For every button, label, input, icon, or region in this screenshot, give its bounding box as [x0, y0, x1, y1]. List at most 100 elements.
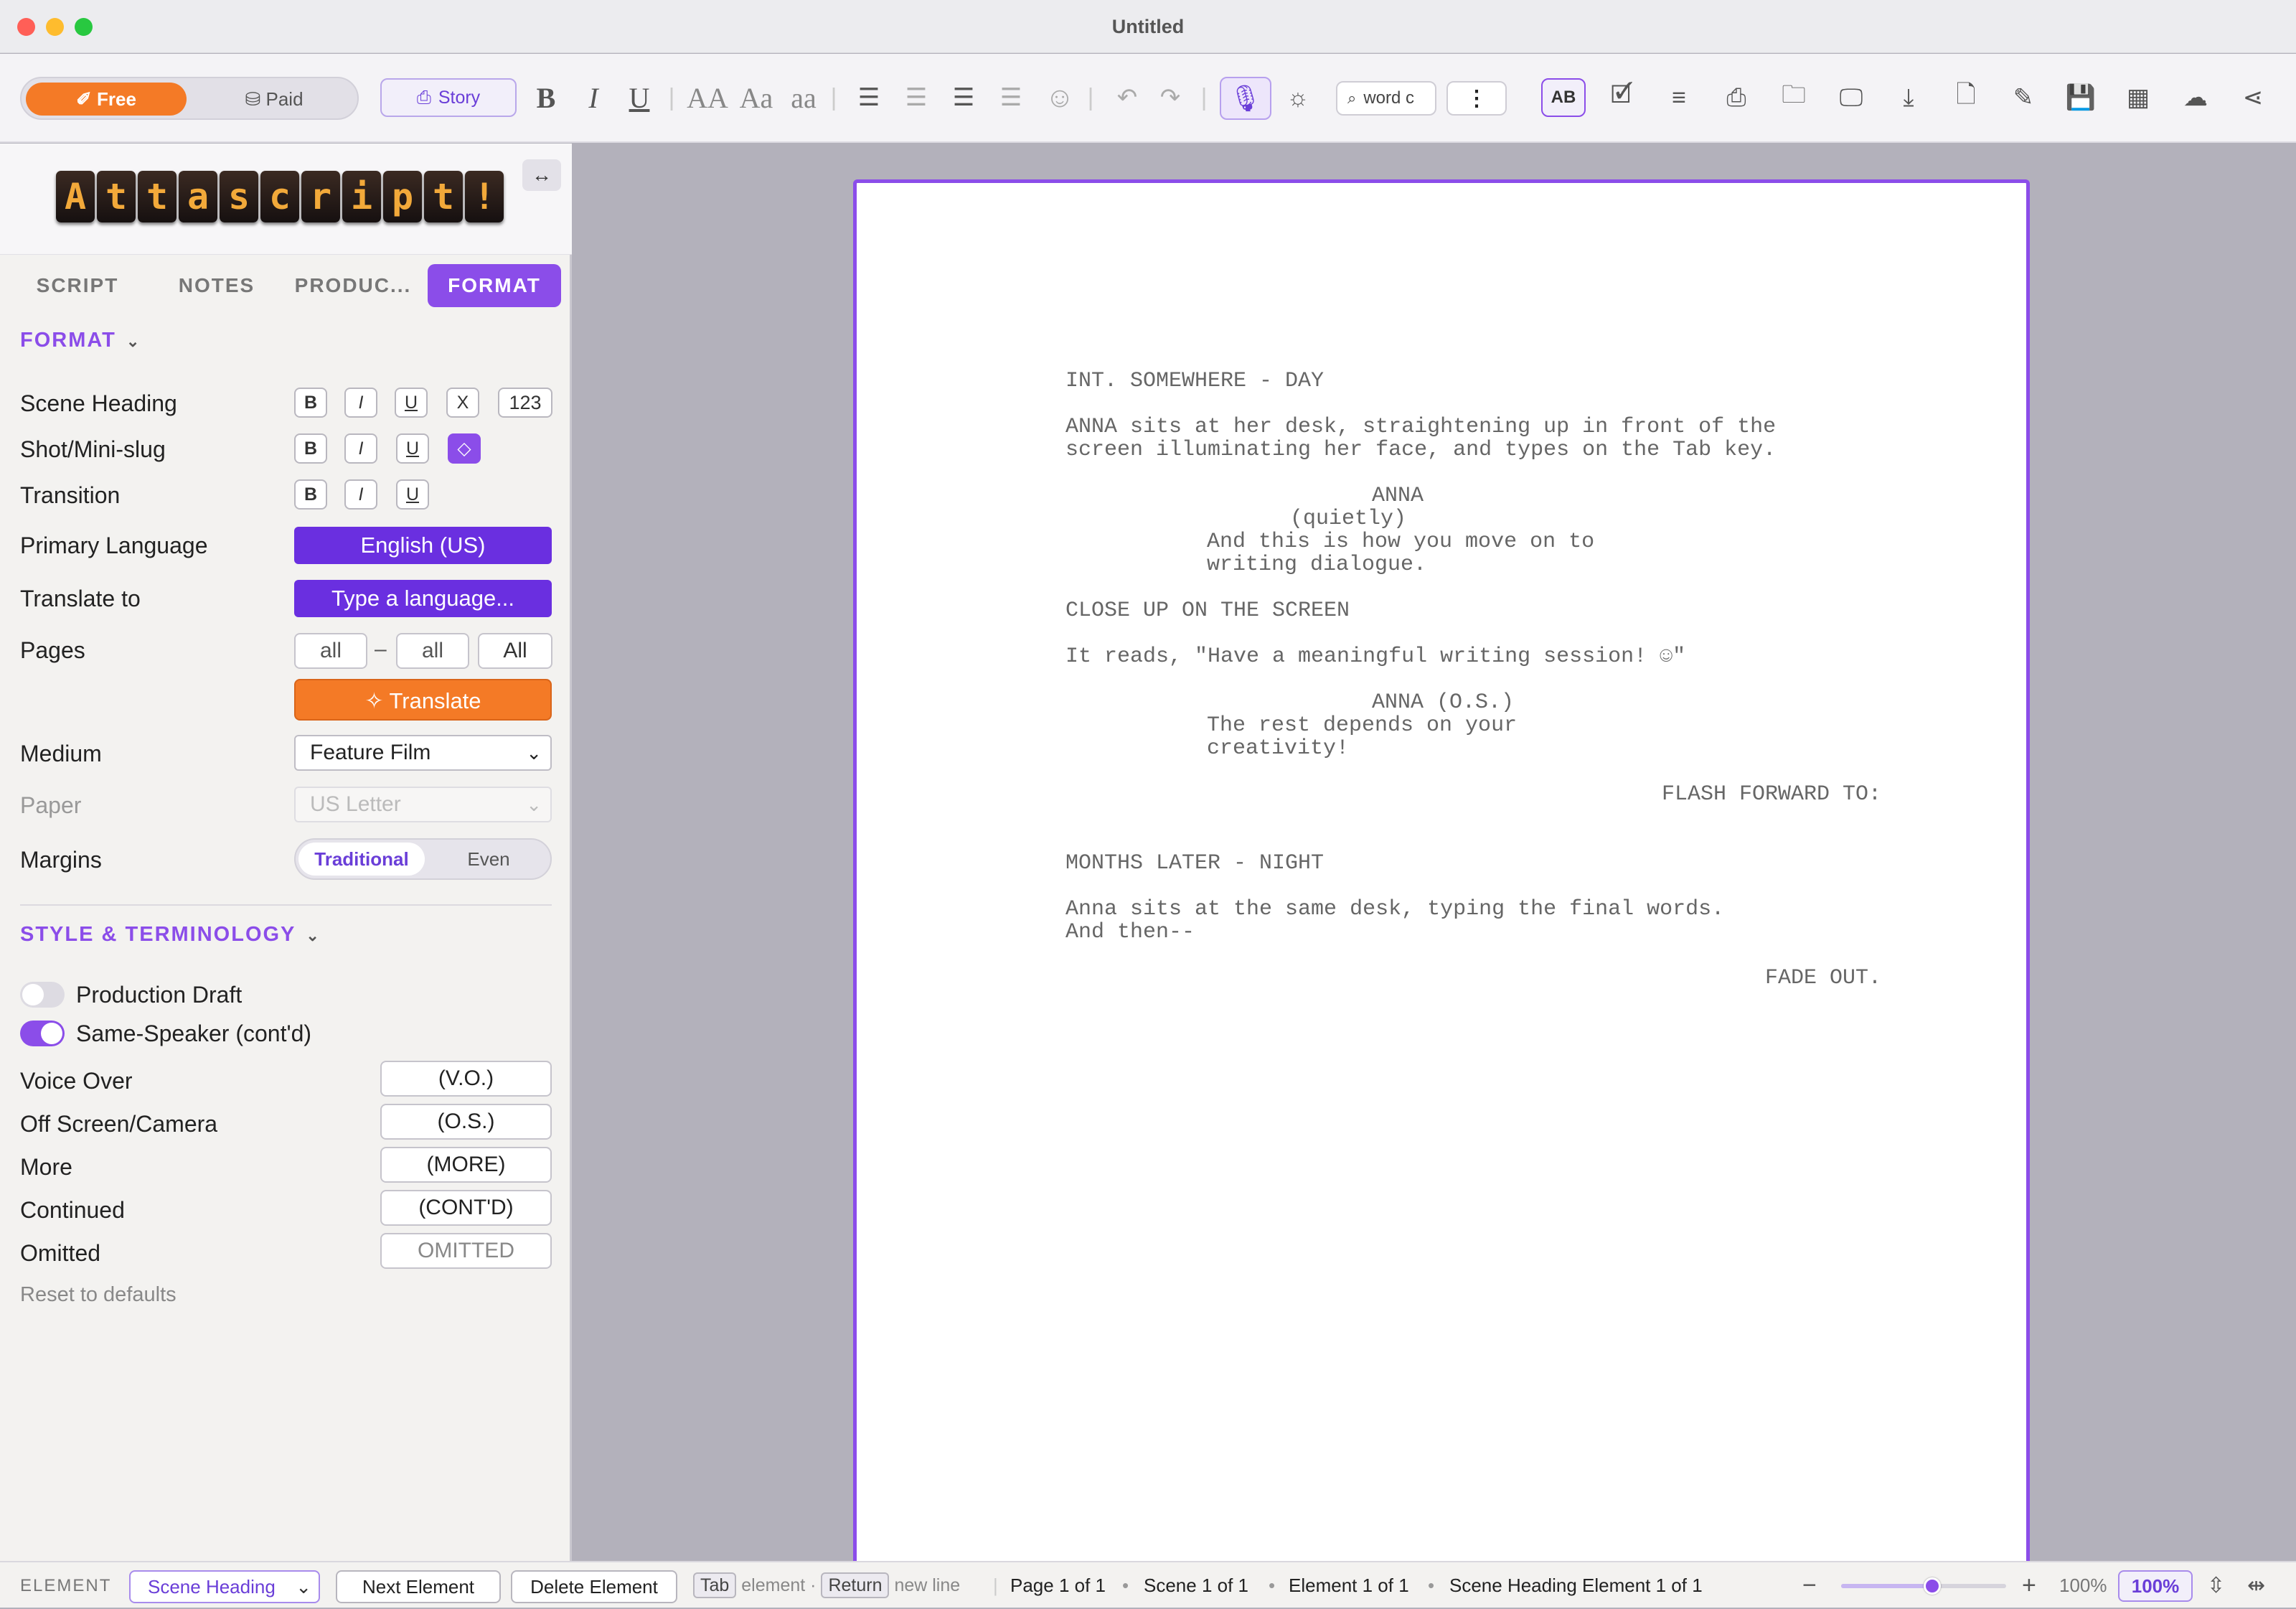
tab-notes[interactable]: NOTES: [159, 264, 274, 307]
bold-button[interactable]: B: [530, 77, 563, 118]
table-icon[interactable]: ▦: [2118, 77, 2158, 118]
script-page[interactable]: INT. SOMEWHERE - DAY ANNA sits at her de…: [853, 179, 2030, 1608]
justify-icon[interactable]: ☰: [993, 77, 1029, 118]
medium-select[interactable]: Feature Film ⌄: [294, 735, 552, 771]
translate-button[interactable]: ✧ Translate: [294, 679, 552, 721]
align-center-icon[interactable]: ☰: [898, 77, 934, 118]
transition-bold-button[interactable]: B: [294, 479, 327, 510]
shot-underline-button[interactable]: U: [396, 433, 429, 464]
resize-sidebar-button[interactable]: ↔: [522, 159, 561, 191]
new-document-icon[interactable]: 🗋: [1946, 77, 1986, 118]
chevron-down-icon: ⌄: [306, 927, 321, 944]
continued-field[interactable]: (CONT'D): [380, 1190, 552, 1226]
primary-language-field[interactable]: English (US): [294, 527, 552, 564]
character-name[interactable]: ANNA: [1372, 484, 1424, 507]
action-line[interactable]: ANNA sits at her desk, straightening up …: [1065, 416, 1776, 438]
transition-italic-button[interactable]: I: [344, 479, 377, 510]
save-as-icon[interactable]: ✎: [2003, 77, 2043, 118]
omitted-field[interactable]: OMITTED: [380, 1233, 552, 1269]
pages-all-button[interactable]: All: [478, 633, 552, 669]
align-left-icon[interactable]: ☰: [851, 77, 887, 118]
tab-production[interactable]: PRODUC...: [290, 264, 416, 307]
tab-script[interactable]: SCRIPT: [20, 264, 135, 307]
scene-heading-bold-button[interactable]: B: [294, 388, 327, 418]
translate-to-field[interactable]: Type a language...: [294, 580, 552, 617]
titlecase-button[interactable]: Aa: [733, 77, 779, 118]
shot-italic-button[interactable]: I: [344, 433, 377, 464]
pages-to-field[interactable]: all: [396, 633, 469, 669]
free-plan-button[interactable]: ✐ Free: [26, 83, 187, 116]
dialogue-line[interactable]: creativity!: [1207, 737, 1349, 760]
style-section-header[interactable]: STYLE & TERMINOLOGY ⌄: [20, 923, 321, 947]
story-button[interactable]: ⎙ Story: [380, 78, 517, 117]
scene-heading-x-button[interactable]: X: [446, 388, 479, 418]
delete-element-button[interactable]: Delete Element: [511, 1570, 677, 1603]
tab-format[interactable]: FORMAT: [428, 264, 561, 307]
production-draft-toggle[interactable]: [20, 982, 65, 1008]
margins-even-button[interactable]: Even: [428, 843, 550, 876]
shot-bold-button[interactable]: B: [294, 433, 327, 464]
brightness-icon[interactable]: ☼: [1280, 77, 1316, 118]
redo-icon[interactable]: ↷: [1154, 77, 1187, 118]
next-element-button[interactable]: Next Element: [336, 1570, 501, 1603]
character-name[interactable]: ANNA (O.S.): [1372, 691, 1514, 714]
more-field[interactable]: (MORE): [380, 1147, 552, 1183]
title-bar: Untitled: [0, 0, 2296, 53]
voice-over-field[interactable]: (V.O.): [380, 1061, 552, 1097]
same-speaker-toggle[interactable]: [20, 1021, 65, 1046]
dialogue-line[interactable]: writing dialogue.: [1207, 553, 1426, 576]
word-search-field[interactable]: ⌕ word c: [1336, 81, 1436, 116]
pages-from-field[interactable]: all: [294, 633, 367, 669]
zoom-slider[interactable]: [1841, 1577, 2006, 1595]
undo-icon[interactable]: ↶: [1111, 77, 1144, 118]
download-icon[interactable]: ⤓: [1888, 77, 1929, 118]
scene-heading-italic-button[interactable]: I: [344, 388, 377, 418]
shot-diamond-button[interactable]: ◇: [448, 433, 481, 464]
lowercase-button[interactable]: aa: [782, 77, 825, 118]
open-folder-icon[interactable]: 🗀: [1774, 77, 1814, 118]
dialogue-line[interactable]: The rest depends on your: [1207, 714, 1517, 737]
paid-plan-button[interactable]: ⛁ Paid: [194, 83, 354, 116]
fit-width-icon[interactable]: ⇹: [2247, 1562, 2265, 1609]
spellcheck-button[interactable]: AB: [1541, 78, 1586, 117]
share-icon[interactable]: ⋖: [2233, 77, 2273, 118]
scene-heading[interactable]: MONTHS LATER - NIGHT: [1065, 852, 1324, 875]
transition-underline-button[interactable]: U: [396, 479, 429, 510]
action-line[interactable]: Anna sits at the same desk, typing the f…: [1065, 898, 1724, 921]
zoom-out-button[interactable]: −: [1802, 1562, 1817, 1609]
scene-info: Scene 1 of 1: [1144, 1575, 1248, 1596]
presentation-icon[interactable]: 🖵: [1831, 77, 1871, 118]
reset-defaults-link[interactable]: Reset to defaults: [20, 1283, 177, 1307]
margins-traditional-button[interactable]: Traditional: [298, 843, 425, 876]
microphone-button[interactable]: 🎙: [1220, 77, 1271, 120]
off-screen-field[interactable]: (O.S.): [380, 1104, 552, 1140]
check-document-icon[interactable]: 🗹: [1601, 77, 1642, 118]
italic-button[interactable]: I: [577, 77, 610, 118]
action-line[interactable]: And then--: [1065, 921, 1195, 944]
list-check-icon[interactable]: ≡: [1659, 77, 1699, 118]
action-line[interactable]: It reads, "Have a meaningful writing ses…: [1065, 645, 1685, 668]
scene-numbering-button[interactable]: 123: [498, 388, 552, 418]
align-right-icon[interactable]: ☰: [946, 77, 982, 118]
fit-height-icon[interactable]: ⇳: [2207, 1562, 2225, 1609]
print-icon[interactable]: ⎙: [1716, 77, 1756, 118]
dialogue-line[interactable]: And this is how you move on to: [1207, 530, 1594, 553]
zoom-slider-thumb[interactable]: [1923, 1577, 1941, 1595]
save-icon[interactable]: 💾: [2061, 77, 2101, 118]
action-line[interactable]: screen illuminating her face, and types …: [1065, 438, 1776, 461]
parenthetical[interactable]: (quietly): [1290, 507, 1406, 530]
element-type-select[interactable]: Scene Heading ⌄: [129, 1570, 320, 1603]
cloud-upload-icon[interactable]: ☁: [2175, 77, 2216, 118]
shot-heading[interactable]: CLOSE UP ON THE SCREEN: [1065, 599, 1350, 622]
zoom-in-button[interactable]: +: [2022, 1562, 2036, 1609]
transition[interactable]: FLASH FORWARD TO:: [1662, 783, 1881, 806]
scene-heading[interactable]: INT. SOMEWHERE - DAY: [1065, 370, 1324, 393]
transition[interactable]: FADE OUT.: [1765, 967, 1881, 990]
underline-button[interactable]: U: [623, 77, 656, 118]
emoji-icon[interactable]: ☺: [1040, 77, 1079, 118]
uppercase-button[interactable]: AA: [684, 77, 730, 118]
more-options-button[interactable]: ⋮: [1446, 81, 1507, 116]
zoom-field[interactable]: 100%: [2118, 1570, 2193, 1602]
scene-heading-underline-button[interactable]: U: [395, 388, 428, 418]
format-section-header[interactable]: FORMAT ⌄: [20, 329, 141, 352]
